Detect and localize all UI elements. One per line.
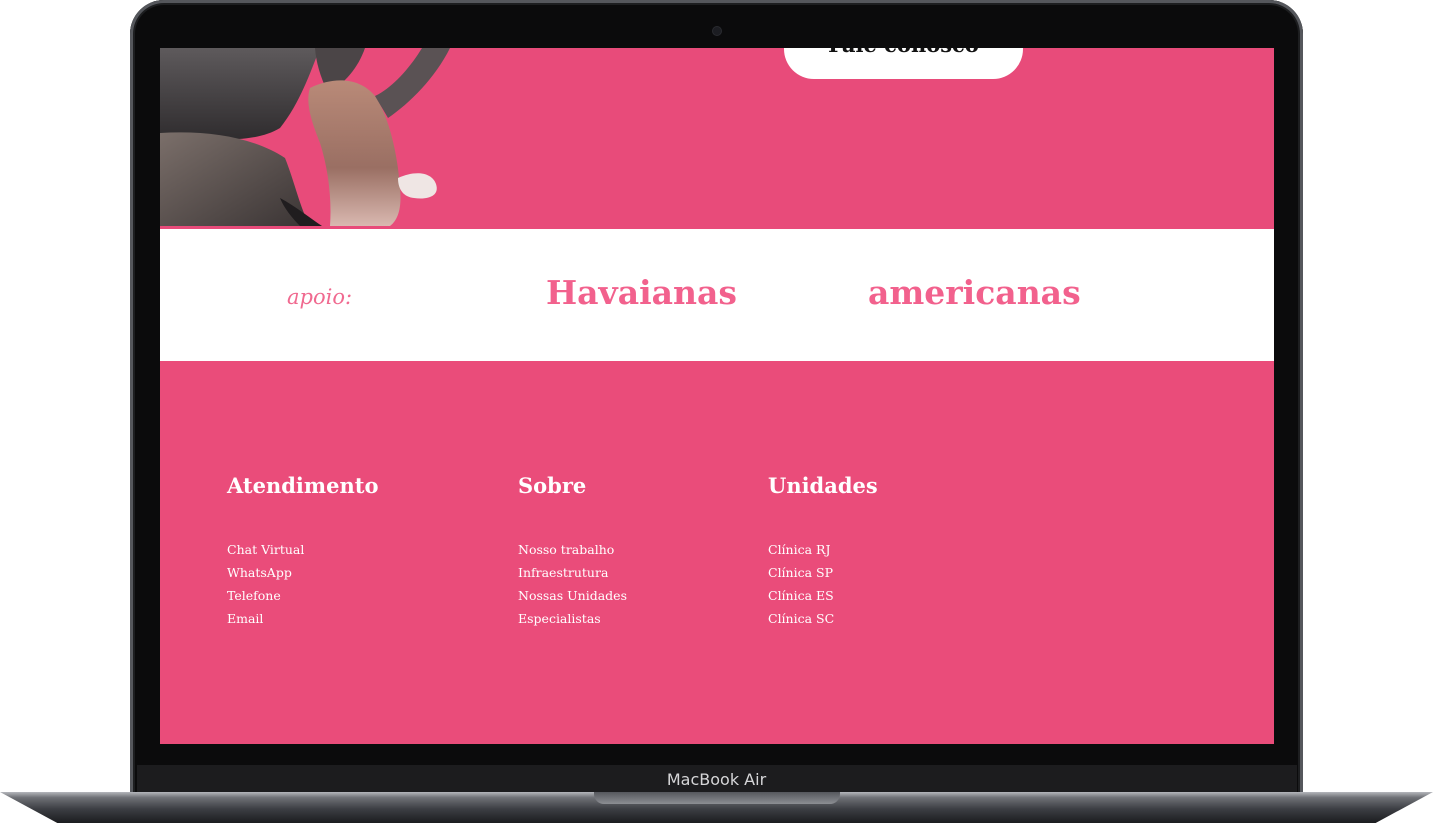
footer-link-nossas-unidades[interactable]: Nossas Unidades <box>518 588 627 603</box>
footer-column-unidades: Unidades Clínica RJ Clínica SP Clínica E… <box>768 473 878 630</box>
footer-link-chat-virtual[interactable]: Chat Virtual <box>227 542 304 557</box>
footer-link-telefone[interactable]: Telefone <box>227 588 281 603</box>
browser-screen: Fale conosco apoio: Havaianas americanas… <box>160 48 1274 744</box>
contact-button[interactable]: Fale conosco <box>784 48 1023 79</box>
device-brand-label: MacBook Air <box>666 770 767 789</box>
footer-link-nosso-trabalho[interactable]: Nosso trabalho <box>518 542 614 557</box>
sponsor-havaianas-logo[interactable]: Havaianas <box>546 273 737 312</box>
hero-section: Fale conosco <box>160 48 1274 229</box>
footer-link-clinica-sc[interactable]: Clínica SC <box>768 611 834 626</box>
footer-link-clinica-sp[interactable]: Clínica SP <box>768 565 833 580</box>
camera-icon <box>713 27 721 35</box>
sponsors-section: apoio: Havaianas americanas <box>160 229 1274 361</box>
support-label: apoio: <box>287 285 353 309</box>
footer-heading-unidades: Unidades <box>768 473 878 498</box>
footer-column-atendimento: Atendimento Chat Virtual WhatsApp Telefo… <box>227 473 378 630</box>
footer-link-especialistas[interactable]: Especialistas <box>518 611 601 626</box>
footer-column-sobre: Sobre Nosso trabalho Infraestrutura Noss… <box>518 473 627 630</box>
footer-link-whatsapp[interactable]: WhatsApp <box>227 565 292 580</box>
footer-heading-atendimento: Atendimento <box>227 473 379 498</box>
footer-link-clinica-es[interactable]: Clínica ES <box>768 588 834 603</box>
laptop-hinge-notch <box>594 792 840 804</box>
dog-photo <box>160 48 450 226</box>
footer: Atendimento Chat Virtual WhatsApp Telefo… <box>160 361 1274 744</box>
sponsor-americanas-logo[interactable]: americanas <box>868 273 1081 312</box>
footer-link-email[interactable]: Email <box>227 611 263 626</box>
footer-link-clinica-rj[interactable]: Clínica RJ <box>768 542 830 557</box>
footer-link-infraestrutura[interactable]: Infraestrutura <box>518 565 608 580</box>
footer-heading-sobre: Sobre <box>518 473 587 498</box>
